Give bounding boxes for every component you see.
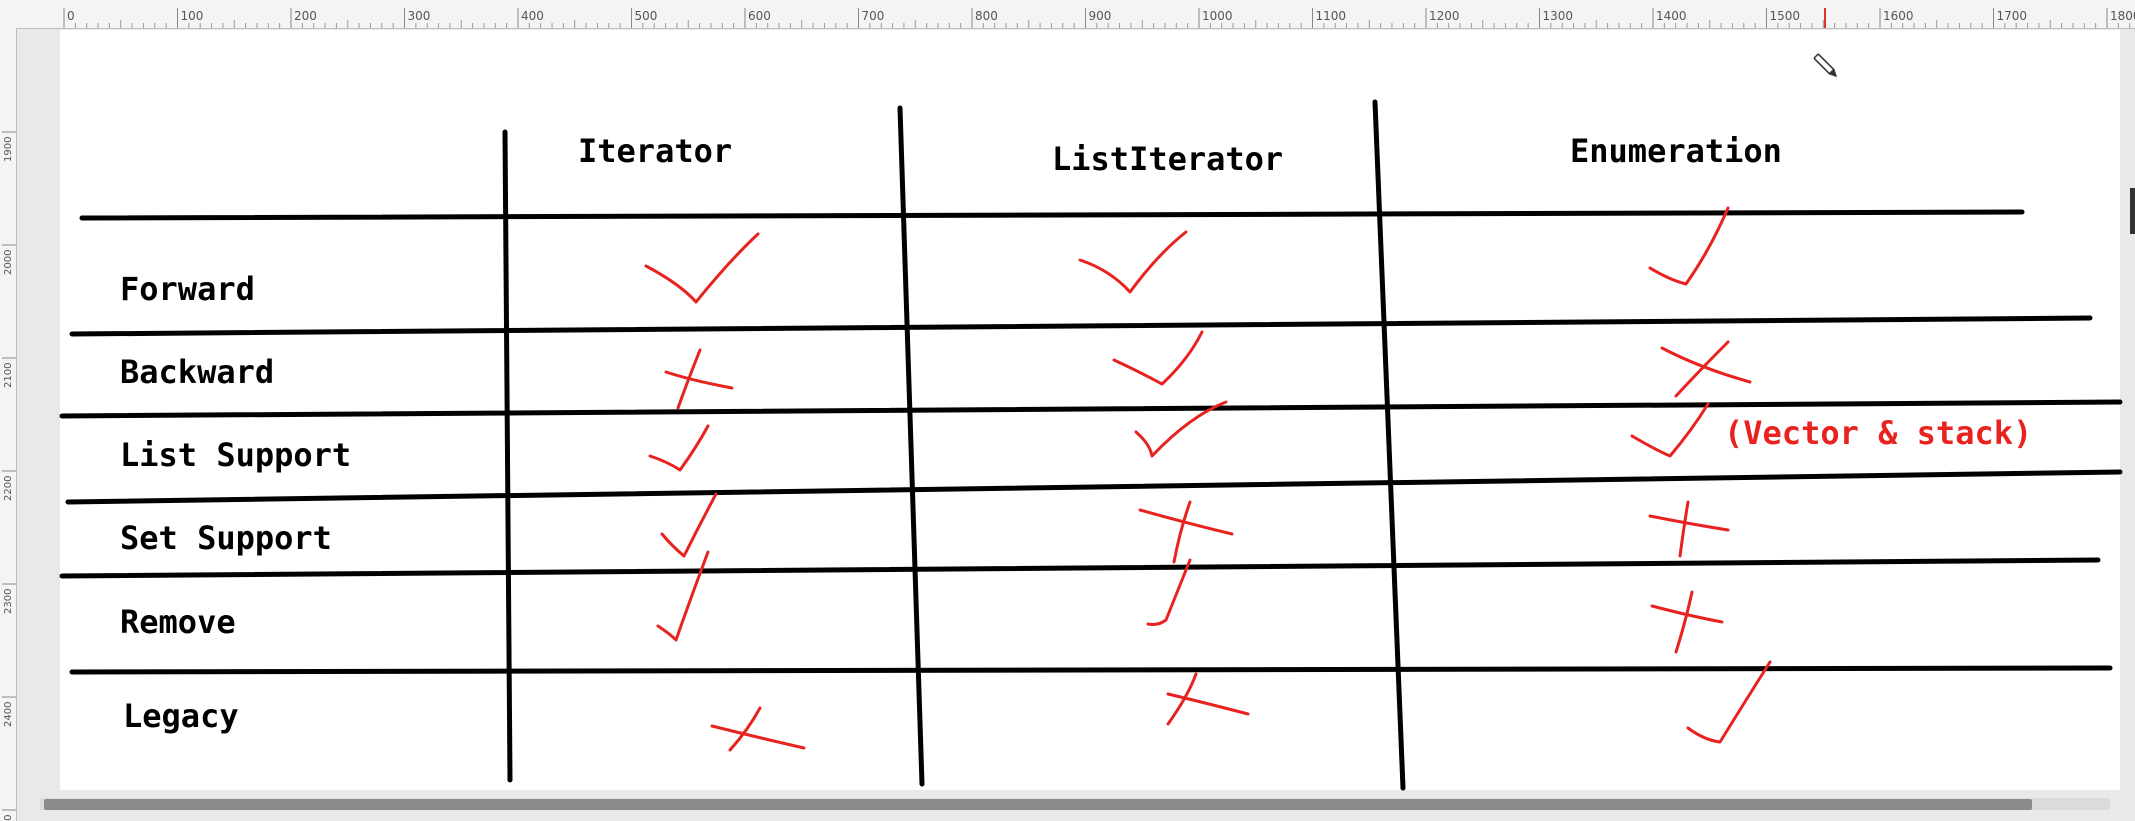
scroll-edge-indicator: [2130, 188, 2135, 234]
header-enumeration: Enumeration: [1570, 132, 1782, 170]
row-label-forward: Forward: [120, 270, 255, 308]
ruler-label: 2200: [3, 476, 14, 501]
forward-listiterator-check-mark: [1078, 230, 1188, 294]
ruler-label: 2000: [3, 250, 14, 275]
legacy-listiterator-cross-mark: [1166, 672, 1250, 726]
ruler-label: 1700: [1997, 9, 2028, 23]
row-rule-3: [65, 469, 2123, 505]
row-label-remove: Remove: [120, 603, 236, 641]
ruler-label: 1300: [1543, 9, 1574, 23]
ruler-label: 0: [67, 9, 75, 23]
column-rule-3: [1372, 99, 1406, 791]
row-label-list-support: List Support: [120, 436, 351, 474]
column-rule-2: [897, 105, 925, 787]
header-iterator: Iterator: [578, 132, 732, 170]
drawing-layer: 0 100 200 300 400 500 600 700 800 900 1000 1100 1200…: [2, 8, 2135, 821]
ruler-label: 800: [975, 9, 998, 23]
row-rule-4: [59, 557, 2101, 579]
ruler-label: 1100: [1316, 9, 1347, 23]
remove-enumeration-cross-mark: [1650, 590, 1724, 654]
ruler-label: 100: [181, 9, 204, 23]
list-support-enumeration-check-mark: [1630, 402, 1710, 458]
list-support-iterator-check-mark: [648, 424, 710, 472]
ruler-label: 500: [635, 9, 658, 23]
annotation-vector-stack: (Vector & stack): [1724, 414, 2032, 452]
backward-listiterator-check-mark: [1112, 330, 1204, 386]
ruler-label: 2400: [3, 702, 14, 727]
forward-iterator-check-mark: [644, 232, 760, 304]
ruler-label: 1800: [2110, 9, 2135, 23]
row-label-legacy: Legacy: [123, 697, 239, 735]
set-support-iterator-check-mark: [660, 492, 718, 558]
legacy-enumeration-check-mark: [1686, 660, 1772, 744]
ruler-label: 1400: [1656, 9, 1687, 23]
ruler-label: 200: [294, 9, 317, 23]
row-rule-1: [69, 315, 2093, 337]
ruler-label: 1000: [1202, 9, 1233, 23]
set-support-listiterator-cross-mark: [1138, 500, 1234, 564]
column-rule-1: [502, 129, 513, 783]
ruler-label: 2300: [3, 589, 14, 614]
ruler-label: 1500: [1770, 9, 1801, 23]
pencil-icon: [1813, 53, 1838, 78]
row-label-set-support: Set Support: [120, 519, 332, 557]
ruler-label: 400: [521, 9, 544, 23]
ruler-label: 2100: [3, 363, 14, 388]
ruler-label: 600: [748, 9, 771, 23]
forward-enumeration-check-mark: [1648, 206, 1730, 286]
row-rule-5: [69, 665, 2113, 675]
ruler-label: 900: [1089, 9, 1112, 23]
ruler-label: 2500: [3, 815, 14, 821]
backward-enumeration-cross-mark: [1660, 340, 1752, 398]
horizontal-scrollbar-thumb[interactable]: [44, 799, 2032, 810]
header-listiterator: ListIterator: [1052, 140, 1283, 178]
row-label-backward: Backward: [120, 353, 274, 391]
ruler-label: 300: [408, 9, 431, 23]
ruler-label: 1900: [3, 137, 14, 162]
ruler-label: 700: [862, 9, 885, 23]
set-support-enumeration-cross-mark: [1648, 500, 1730, 558]
remove-iterator-check-mark: [656, 550, 710, 642]
legacy-iterator-cross-mark: [710, 706, 806, 752]
ruler-label: 1200: [1429, 9, 1460, 23]
ruler-label: 1600: [1883, 9, 1914, 23]
header-rule: [79, 209, 2025, 221]
backward-iterator-cross-mark: [664, 348, 734, 410]
